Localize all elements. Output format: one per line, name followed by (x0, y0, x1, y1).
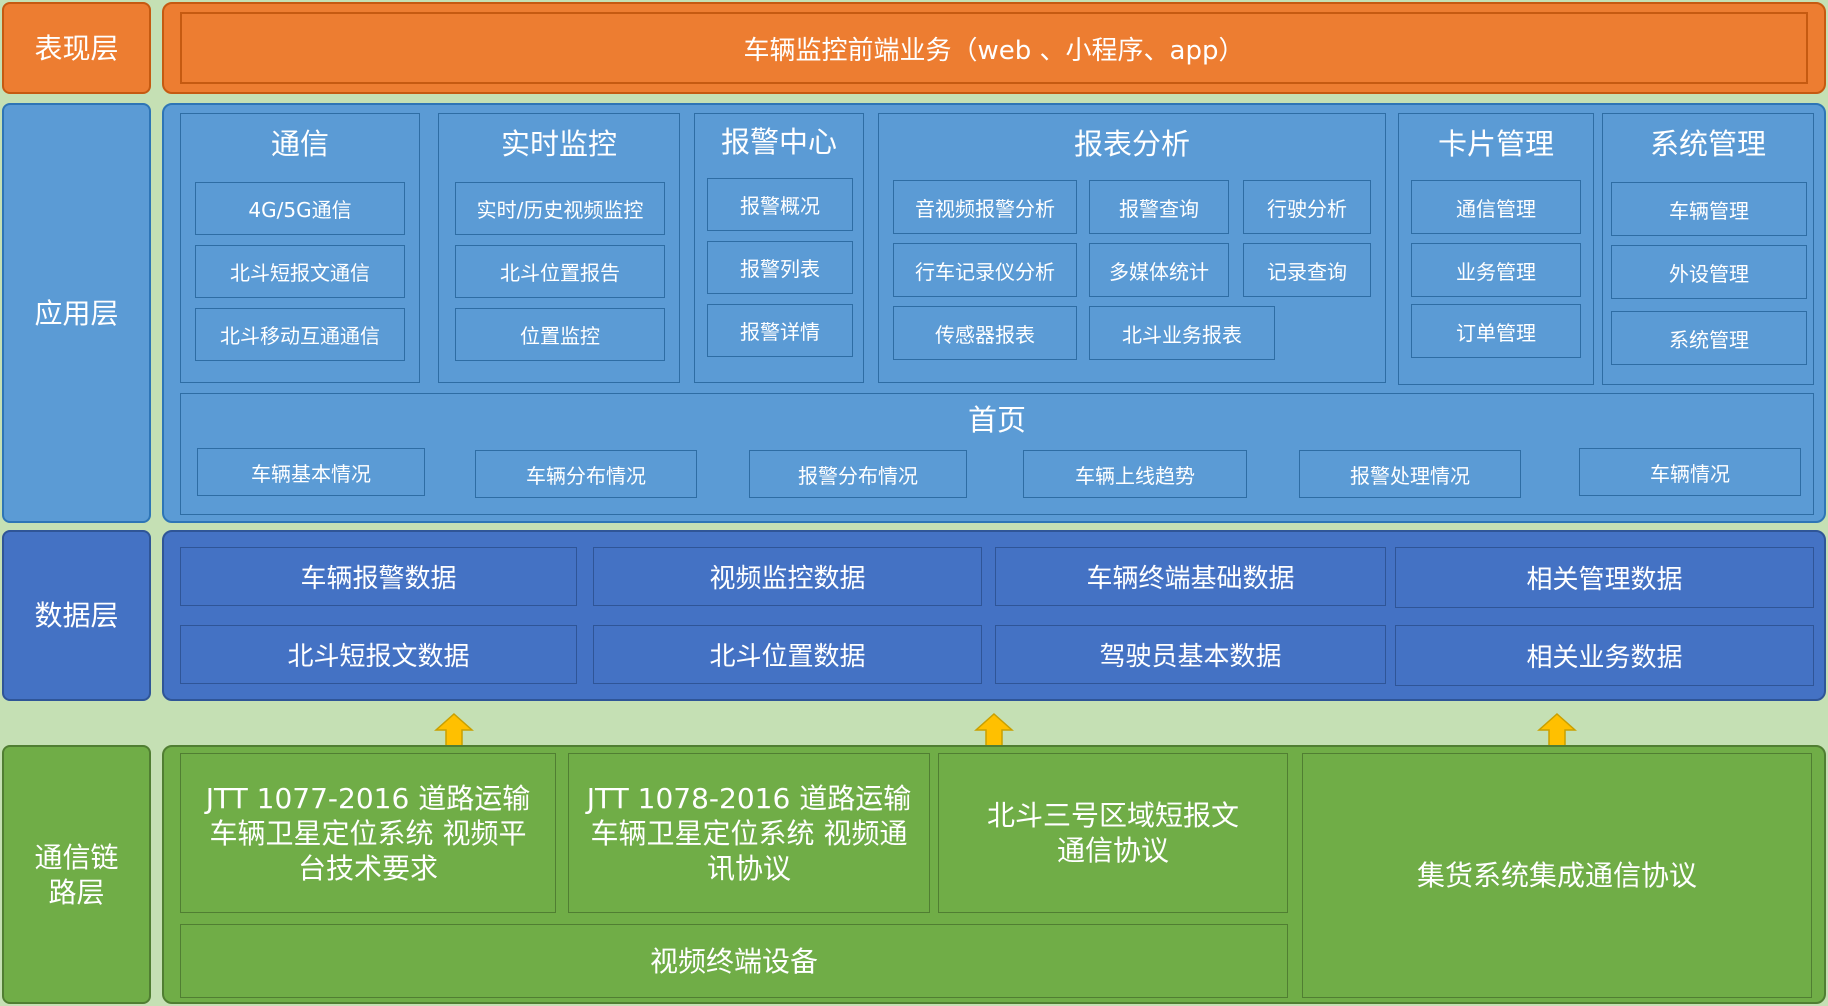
app-item: 通信管理 (1411, 180, 1581, 234)
group-card-management: 卡片管理 通信管理 业务管理 订单管理 (1398, 113, 1594, 385)
group-alarm-center: 报警中心 报警概况 报警列表 报警详情 (694, 113, 864, 383)
protocol-box: 集货系统集成通信协议 (1302, 753, 1812, 998)
app-item: 记录查询 (1243, 243, 1371, 297)
home-section: 首页 车辆基本情况 车辆分布情况 报警分布情况 车辆上线趋势 报警处理情况 车辆… (180, 393, 1814, 515)
app-item: 外设管理 (1611, 245, 1807, 299)
home-item: 报警分布情况 (749, 450, 967, 498)
app-item: 订单管理 (1411, 304, 1581, 358)
home-item: 车辆基本情况 (197, 448, 425, 496)
app-item: 音视频报警分析 (893, 180, 1077, 234)
app-item: 业务管理 (1411, 243, 1581, 297)
protocol-box: JTT 1078-2016 道路运输车辆卫星定位系统 视频通讯协议 (568, 753, 930, 913)
app-item: 报警列表 (707, 241, 853, 294)
home-item: 车辆分布情况 (475, 450, 697, 498)
link-panel: JTT 1077-2016 道路运输车辆卫星定位系统 视频平台技术要求 JTT … (162, 745, 1826, 1004)
video-terminal-device: 视频终端设备 (180, 924, 1288, 998)
group-title: 报警中心 (720, 125, 837, 159)
group-title: 系统管理 (1649, 127, 1766, 161)
home-item: 报警处理情况 (1299, 450, 1521, 498)
group-title: 报表分析 (1073, 127, 1190, 161)
application-panel: 通信 4G/5G通信 北斗短报文通信 北斗移动互通通信 实时监控 实时/历史视频… (162, 103, 1826, 523)
data-panel: 车辆报警数据 视频监控数据 车辆终端基础数据 相关管理数据 北斗短报文数据 北斗… (162, 530, 1826, 701)
group-communication: 通信 4G/5G通信 北斗短报文通信 北斗移动互通通信 (180, 113, 420, 383)
data-item: 北斗位置数据 (593, 625, 982, 684)
group-system-management: 系统管理 车辆管理 外设管理 系统管理 (1602, 113, 1814, 385)
group-title: 实时监控 (500, 127, 617, 161)
data-item: 视频监控数据 (593, 547, 982, 606)
app-item: 北斗短报文通信 (195, 245, 405, 298)
group-title: 卡片管理 (1437, 127, 1554, 161)
app-item: 报警概况 (707, 178, 853, 231)
protocol-box: JTT 1077-2016 道路运输车辆卫星定位系统 视频平台技术要求 (180, 753, 556, 913)
layer-label-link: 通信链 路层 (2, 745, 151, 1004)
group-report-analysis: 报表分析 音视频报警分析 报警查询 行驶分析 行车记录仪分析 多媒体统计 记录查… (878, 113, 1386, 383)
app-item: 北斗位置报告 (455, 245, 665, 298)
app-item: 报警详情 (707, 304, 853, 357)
layer-label-data: 数据层 (2, 530, 151, 701)
app-item: 多媒体统计 (1089, 243, 1229, 297)
data-item: 驾驶员基本数据 (995, 625, 1386, 684)
up-arrow-icon (434, 713, 474, 749)
app-item: 实时/历史视频监控 (455, 182, 665, 235)
app-item: 行车记录仪分析 (893, 243, 1077, 297)
home-item: 车辆上线趋势 (1023, 450, 1247, 498)
app-item: 北斗移动互通通信 (195, 308, 405, 361)
app-item: 传感器报表 (893, 306, 1077, 360)
layer-label-application: 应用层 (2, 103, 151, 523)
app-item: 车辆管理 (1611, 182, 1807, 236)
app-item: 4G/5G通信 (195, 182, 405, 235)
group-title: 通信 (270, 127, 329, 161)
app-item: 行驶分析 (1243, 180, 1371, 234)
home-title: 首页 (967, 403, 1026, 437)
app-item: 北斗业务报表 (1089, 306, 1275, 360)
home-item: 车辆情况 (1579, 448, 1801, 496)
up-arrow-icon (974, 713, 1014, 749)
layer-label-presentation: 表现层 (2, 2, 151, 94)
protocol-box: 北斗三号区域短报文通信协议 (938, 753, 1288, 913)
up-arrow-icon (1537, 713, 1577, 749)
app-item: 报警查询 (1089, 180, 1229, 234)
data-item: 相关业务数据 (1395, 625, 1814, 686)
data-item: 车辆终端基础数据 (995, 547, 1386, 606)
presentation-panel: 车辆监控前端业务（web 、小程序、app） (162, 2, 1826, 94)
presentation-banner: 车辆监控前端业务（web 、小程序、app） (180, 12, 1808, 84)
data-item: 车辆报警数据 (180, 547, 577, 606)
group-realtime-monitor: 实时监控 实时/历史视频监控 北斗位置报告 位置监控 (438, 113, 680, 383)
app-item: 系统管理 (1611, 311, 1807, 365)
data-item: 北斗短报文数据 (180, 625, 577, 684)
data-item: 相关管理数据 (1395, 547, 1814, 608)
app-item: 位置监控 (455, 308, 665, 361)
